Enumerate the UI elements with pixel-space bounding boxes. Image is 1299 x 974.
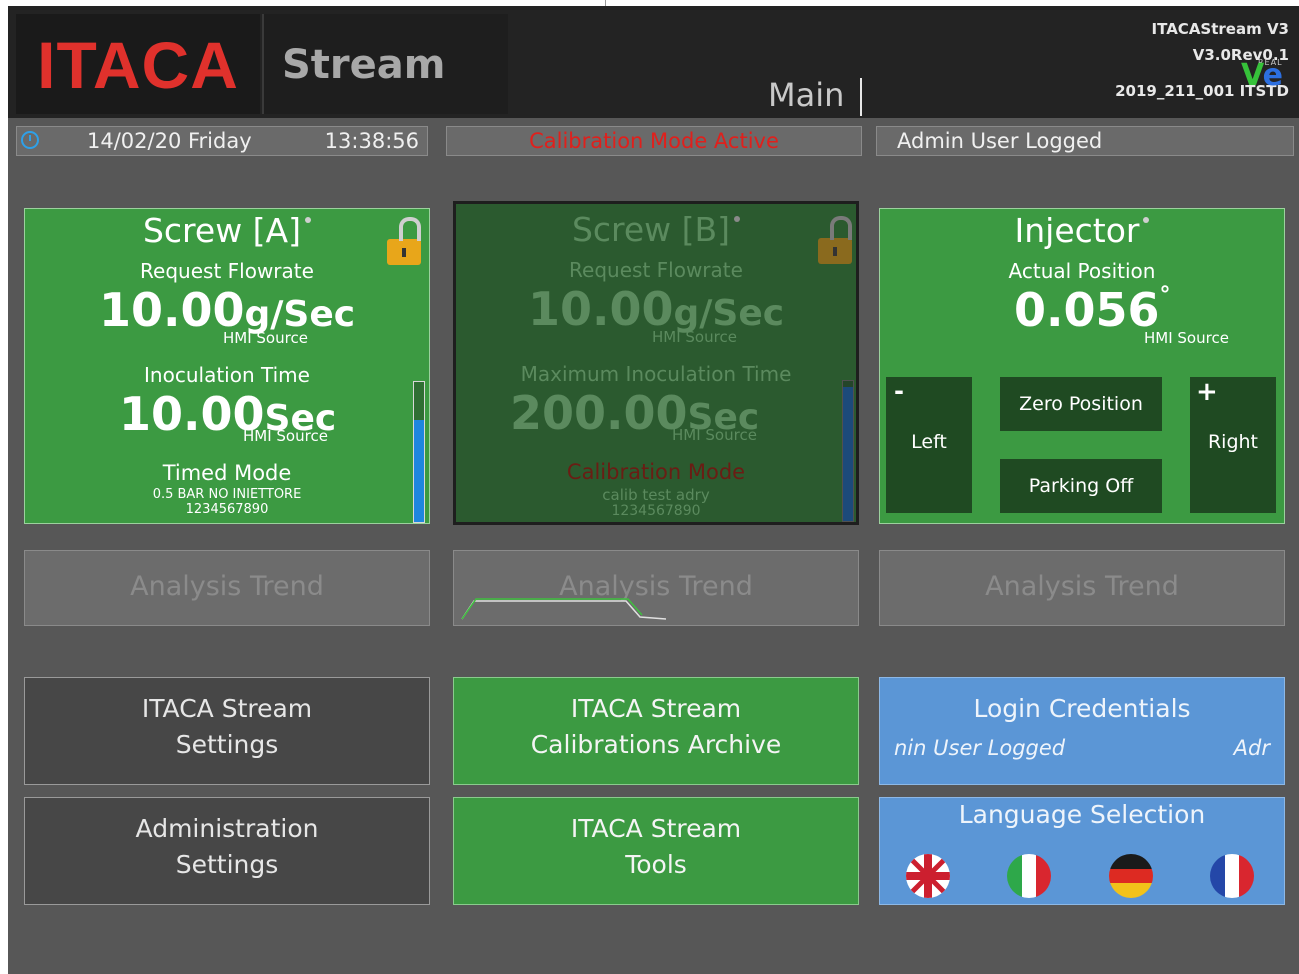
screw-a-code: 1234567890 xyxy=(185,502,269,517)
time-text: 13:38:56 xyxy=(324,129,419,153)
screw-b-progress-fill xyxy=(843,386,853,521)
admin-settings-line1: Administration xyxy=(135,814,319,843)
screw-b-progress-bar xyxy=(842,380,854,522)
injector-left-button[interactable]: - Left xyxy=(886,377,972,513)
screw-b-mode: Calibration Mode xyxy=(566,460,746,484)
stream-tools-button[interactable]: ITACA Stream Tools xyxy=(453,797,859,905)
trend-sparkline xyxy=(461,598,667,620)
screw-b-code: 1234567890 xyxy=(611,503,701,519)
clock-icon xyxy=(21,131,39,149)
status-dot-icon xyxy=(1143,217,1150,223)
screw-b-card[interactable]: Screw [B] Request Flowrate 10.00g/Sec HM… xyxy=(453,201,859,525)
screw-a-time-source: HMI Source xyxy=(243,427,328,445)
injector-source: HMI Source xyxy=(1144,329,1229,347)
app-label-box: Stream xyxy=(262,14,508,114)
administration-settings-button[interactable]: Administration Settings xyxy=(24,797,430,905)
login-user-scroll-a: nin User Logged xyxy=(894,736,1066,760)
stream-settings-button[interactable]: ITACA Stream Settings xyxy=(24,677,430,785)
left-label: Left xyxy=(911,431,947,453)
itaca-logo: ITACA xyxy=(37,28,239,102)
user-status: Admin User Logged xyxy=(876,126,1294,156)
screw-b-time-label: Maximum Inoculation Time xyxy=(520,362,792,386)
trend-b-button[interactable]: Analysis Trend xyxy=(453,550,859,626)
screw-a-recipe: 0.5 BAR NO INIETTORE xyxy=(152,487,302,502)
screw-b-time-source: HMI Source xyxy=(672,426,757,444)
right-label: Right xyxy=(1207,431,1259,453)
calibrations-archive-line2: Calibrations Archive xyxy=(530,730,782,759)
text-caret xyxy=(860,78,862,116)
screw-a-card[interactable]: Screw [A] Request Flowrate 10.00g/Sec HM… xyxy=(24,208,430,524)
tools-line2: Tools xyxy=(625,850,687,879)
trend-a-button[interactable]: Analysis Trend xyxy=(24,550,430,626)
logo-box: ITACA xyxy=(16,14,260,114)
screw-b-recipe: calib test adry xyxy=(602,486,710,504)
login-user-scroll-b: Adr xyxy=(1233,736,1270,760)
english-flag-icon[interactable] xyxy=(906,854,950,898)
parking-off-button[interactable]: Parking Off xyxy=(1000,459,1162,513)
tools-line1: ITACA Stream xyxy=(570,814,742,843)
status-dot-icon xyxy=(305,217,312,223)
screw-b-title-text: Screw [B] xyxy=(571,210,731,249)
calibrations-archive-line1: ITACA Stream xyxy=(570,694,742,723)
plus-icon: + xyxy=(1196,377,1218,407)
screw-a-title: Screw [A] xyxy=(25,211,429,250)
zero-position-button[interactable]: Zero Position xyxy=(1000,377,1162,431)
stream-settings-line1: ITACA Stream xyxy=(141,694,313,723)
injector-title-text: Injector xyxy=(1014,211,1140,250)
italian-flag-icon[interactable] xyxy=(1007,854,1051,898)
trend-injector-button[interactable]: Analysis Trend xyxy=(879,550,1285,626)
app-label: Stream xyxy=(282,42,446,88)
screw-b-flow-label: Request Flowrate xyxy=(569,258,743,282)
language-title: Language Selection xyxy=(958,800,1206,829)
login-title: Login Credentials xyxy=(973,694,1191,723)
vendor-logo: Ve xyxy=(1241,58,1283,93)
screw-a-progress-bar xyxy=(413,381,425,523)
screw-a-mode: Timed Mode xyxy=(162,461,292,485)
injector-right-button[interactable]: + Right xyxy=(1190,377,1276,513)
injector-position-unit: ° xyxy=(1159,283,1171,308)
screw-b-time-number: 200.00 xyxy=(510,386,688,440)
injector-title: Injector xyxy=(880,211,1284,250)
german-flag-icon[interactable] xyxy=(1109,854,1153,898)
screw-a-time-label: Inoculation Time xyxy=(144,363,310,387)
screw-b-flow-source: HMI Source xyxy=(652,328,737,346)
calibration-status: Calibration Mode Active xyxy=(446,126,862,156)
admin-settings-line2: Settings xyxy=(175,850,279,879)
injector-card: Injector Actual Position 0.056° HMI Sour… xyxy=(879,208,1285,524)
injector-position-number: 0.056 xyxy=(1014,283,1160,337)
screw-a-flow-label: Request Flowrate xyxy=(140,259,314,283)
datetime-bar: 14/02/20 Friday 13:38:56 xyxy=(16,126,428,156)
status-dot-icon xyxy=(734,216,741,222)
screen-title: Main xyxy=(768,76,845,114)
screw-b-title: Screw [B] xyxy=(456,210,856,249)
french-flag-icon[interactable] xyxy=(1210,854,1254,898)
version-product: ITACAStream V3 xyxy=(1151,20,1289,38)
minus-icon: - xyxy=(894,377,904,405)
screw-a-flow-source: HMI Source xyxy=(223,329,308,347)
calibrations-archive-button[interactable]: ITACA Stream Calibrations Archive xyxy=(453,677,859,785)
screw-a-title-text: Screw [A] xyxy=(142,211,302,250)
hmi-screen: ITACA Stream Main ITACAStream V3 V3.0Rev… xyxy=(8,6,1299,974)
stream-settings-line2: Settings xyxy=(175,730,279,759)
injector-position-label: Actual Position xyxy=(1008,259,1156,283)
login-credentials-button[interactable]: Login Credentials nin User Logged Adr xyxy=(879,677,1285,785)
date-text: 14/02/20 Friday xyxy=(87,129,252,153)
screw-a-progress-fill xyxy=(414,419,424,522)
header: ITACA Stream Main ITACAStream V3 V3.0Rev… xyxy=(8,6,1299,118)
